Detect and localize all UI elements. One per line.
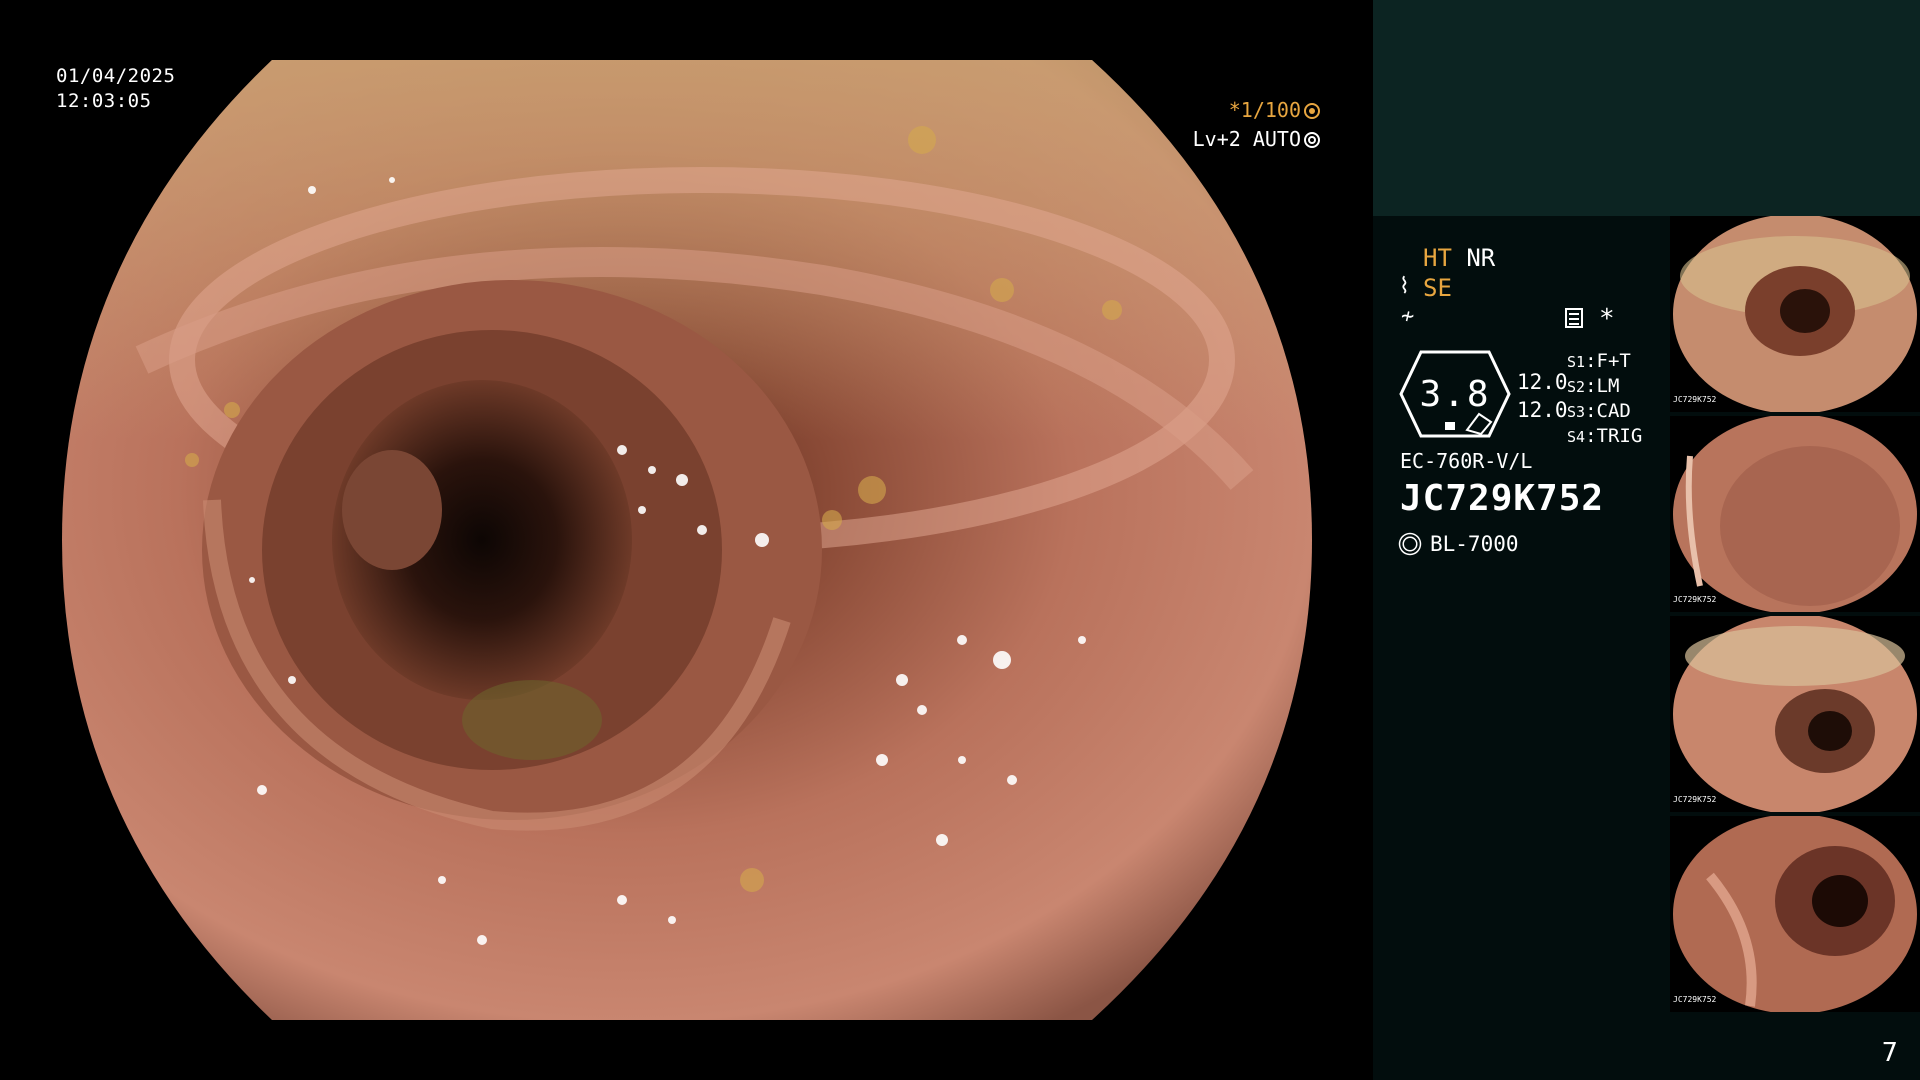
shutter-label: *1/100 [1228, 98, 1301, 122]
switch-s1: S1:F+T [1567, 350, 1631, 372]
side-panel-header [1373, 0, 1920, 216]
scope-info: HT NR ⌇ SE ≁ * 3.8 12.0 12.0 S1:F+T S2:L… [1373, 216, 1673, 1080]
thumbnail-id: JC729K752 [1673, 995, 1717, 1004]
thumbnail-image [1673, 416, 1917, 612]
zoom-value: 3.8 [1419, 374, 1491, 415]
enhancement-value-1: 12.0 [1517, 370, 1568, 394]
se-indicator: SE [1423, 274, 1452, 302]
switch-label: CAD [1596, 400, 1631, 422]
star-indicator: * [1599, 304, 1615, 334]
ht-nr-row: HT NR [1423, 244, 1495, 272]
se-row: SE [1423, 274, 1452, 302]
thumbnail-id: JC729K752 [1673, 795, 1717, 804]
switch-key: S4 [1567, 428, 1586, 446]
auto-level-label: Lv+2 AUTO [1192, 127, 1301, 151]
endoscope-main-view: 01/04/2025 12:03:05 *1/100 Lv+2 AUTO [0, 0, 1373, 1080]
switch-s3: S3:CAD [1567, 400, 1631, 422]
brightness-level: Lv+2 AUTO [1193, 127, 1320, 151]
nr-indicator: NR [1466, 244, 1496, 272]
switch-s4: S4:TRIG [1567, 425, 1643, 447]
iris-icon [1304, 132, 1320, 148]
switch-key: S3 [1567, 403, 1586, 421]
date-time-overlay: 01/04/2025 12:03:05 [56, 64, 175, 114]
thumbnail-2[interactable]: JC729K752 [1670, 416, 1920, 612]
scope-serial: JC729K752 [1400, 478, 1605, 519]
thumbnail-4[interactable]: JC729K752 [1670, 816, 1920, 1012]
switch-label: LM [1596, 375, 1620, 397]
switch-key: S1 [1567, 353, 1586, 371]
switch-s2: S2:LM [1567, 375, 1620, 397]
time-label: 12:03:05 [56, 90, 152, 112]
page-number: 7 [1881, 1038, 1898, 1068]
switch-label: TRIG [1596, 425, 1643, 447]
thumbnail-3[interactable]: JC729K752 [1670, 616, 1920, 812]
wave-icon: ⌇ [1399, 274, 1410, 299]
light-source-label: BL-7000 [1430, 532, 1519, 556]
shutter-icon [1304, 103, 1320, 119]
switch-key: S2 [1567, 378, 1586, 396]
thumbnail-1[interactable]: JC729K752 [1670, 216, 1920, 412]
shutter-speed: *1/100 [1229, 98, 1320, 122]
date-label: 01/04/2025 [56, 65, 176, 87]
switch-label: F+T [1596, 350, 1631, 372]
menu-icon [1565, 308, 1583, 328]
thumbnail-id: JC729K752 [1673, 395, 1717, 404]
thumbnail-id: JC729K752 [1673, 595, 1717, 604]
thumbnail-image [1673, 616, 1917, 812]
enhancement-value-2: 12.0 [1517, 398, 1568, 422]
endoscopic-image [62, 60, 1312, 1020]
ht-indicator: HT [1423, 244, 1452, 272]
scope-model: EC-760R-V/L [1400, 449, 1533, 473]
freeze-icon: ≁ [1401, 304, 1415, 329]
thumbnail-image [1673, 216, 1917, 412]
thumbnail-image [1673, 816, 1917, 1012]
light-source-icon [1402, 536, 1418, 552]
light-source: BL-7000 [1400, 532, 1519, 556]
